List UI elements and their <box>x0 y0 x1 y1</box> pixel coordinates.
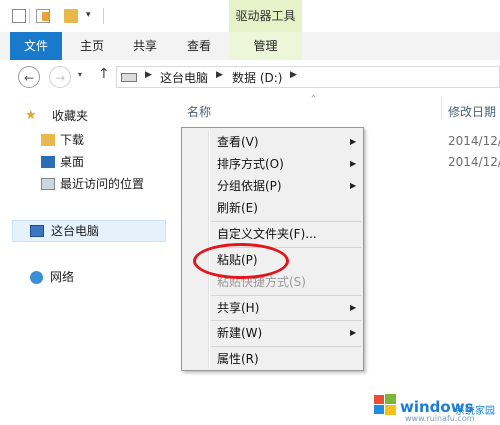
sidebar-item-label: 网络 <box>50 270 75 284</box>
submenu-arrow-icon: ▶ <box>350 303 357 312</box>
breadcrumb-this-pc[interactable]: 这台电脑 <box>160 69 208 86</box>
column-divider[interactable] <box>441 96 442 120</box>
menu-item-customize-folder[interactable]: 自定义文件夹(F)... <box>184 223 361 245</box>
sidebar-item-network[interactable]: 网络 <box>30 267 150 287</box>
menu-item-label: 排序方式(O) <box>217 157 284 171</box>
breadcrumb-data-drive[interactable]: 数据 (D:) <box>232 69 282 86</box>
tab-share[interactable]: 共享 <box>125 32 165 60</box>
sidebar-item-desktop[interactable]: 桌面 <box>40 152 160 172</box>
menu-item-label: 查看(V) <box>217 135 259 149</box>
windows-logo-icon <box>374 394 396 415</box>
drive-icon <box>121 73 137 82</box>
downloads-folder-icon <box>41 134 55 146</box>
column-header-date[interactable]: 修改日期 <box>448 103 496 120</box>
menu-separator <box>211 346 361 347</box>
new-folder-icon[interactable] <box>64 9 78 23</box>
tab-home[interactable]: 主页 <box>72 32 112 60</box>
highlight-circle-annotation <box>193 243 289 279</box>
menu-separator <box>211 320 361 321</box>
sidebar-item-label: 下载 <box>60 133 85 147</box>
drive-tools-contextual-tab: 驱动器工具 <box>229 0 302 32</box>
tab-view[interactable]: 查看 <box>179 32 219 60</box>
properties-icon[interactable] <box>36 9 50 23</box>
menu-separator <box>211 295 361 296</box>
sidebar-item-label: 这台电脑 <box>51 224 100 238</box>
menu-item-label: 分组依据(P) <box>217 179 282 193</box>
column-header-name[interactable]: 名称 <box>187 103 211 120</box>
recent-places-icon <box>41 178 55 190</box>
menu-item-label: 新建(W) <box>217 326 263 340</box>
network-icon <box>30 271 43 284</box>
qat-divider <box>29 8 30 24</box>
file-row-date[interactable]: 2014/12/ <box>448 155 500 169</box>
sidebar-item-label: 最近访问的位置 <box>60 177 145 191</box>
menu-separator <box>211 221 361 222</box>
tab-file[interactable]: 文件 <box>10 32 62 60</box>
sort-indicator-icon: ⌃ <box>310 94 317 103</box>
computer-icon <box>30 225 44 237</box>
sidebar-item-this-pc[interactable]: 这台电脑 <box>12 220 166 242</box>
breadcrumb-chevron-icon[interactable]: ▶ <box>145 70 152 80</box>
tab-manage[interactable]: 管理 <box>229 32 302 60</box>
navigation-pane: ★ 收藏夹 下载 桌面 最近访问的位置 这台电脑 网络 <box>0 94 170 425</box>
window-icon[interactable] <box>12 9 26 23</box>
watermark-url: www.ruinafu.com <box>405 414 475 423</box>
menu-item-label: 属性(R) <box>217 352 259 366</box>
qat-divider <box>103 8 104 24</box>
menu-item-label: 刷新(E) <box>217 201 258 215</box>
back-arrow-icon[interactable]: ← <box>18 66 40 88</box>
file-row-date[interactable]: 2014/12/ <box>448 134 500 148</box>
sidebar-item-label: 收藏夹 <box>52 109 89 123</box>
up-arrow-icon[interactable]: ↑ <box>98 66 110 82</box>
sidebar-item-recent[interactable]: 最近访问的位置 <box>40 174 165 194</box>
menu-item-group-by[interactable]: 分组依据(P) ▶ <box>184 175 361 197</box>
menu-item-label: 自定义文件夹(F)... <box>217 227 317 241</box>
title-bar: ▾ 驱动器工具 <box>0 0 500 32</box>
breadcrumb-chevron-icon[interactable]: ▶ <box>216 70 223 80</box>
submenu-arrow-icon: ▶ <box>350 159 357 168</box>
sidebar-item-favorites[interactable]: ★ 收藏夹 <box>25 106 160 126</box>
menu-item-sort-by[interactable]: 排序方式(O) ▶ <box>184 153 361 175</box>
sidebar-item-downloads[interactable]: 下载 <box>40 130 160 150</box>
menu-item-view[interactable]: 查看(V) ▶ <box>184 131 361 153</box>
menu-item-refresh[interactable]: 刷新(E) <box>184 197 361 219</box>
forward-arrow-icon[interactable]: → <box>49 66 71 88</box>
breadcrumb-chevron-icon[interactable]: ▶ <box>290 70 297 80</box>
star-icon: ★ <box>25 108 37 123</box>
menu-item-label: 共享(H) <box>217 301 260 315</box>
qat-dropdown-icon[interactable]: ▾ <box>86 10 91 20</box>
address-bar[interactable]: ▶ 这台电脑 ▶ 数据 (D:) ▶ <box>116 66 500 88</box>
submenu-arrow-icon: ▶ <box>350 328 357 337</box>
menu-item-new[interactable]: 新建(W) ▶ <box>184 322 361 344</box>
sidebar-item-label: 桌面 <box>60 155 85 169</box>
recent-locations-dropdown-icon[interactable]: ▾ <box>78 70 82 79</box>
submenu-arrow-icon: ▶ <box>350 137 357 146</box>
ribbon-tabs: 文件 主页 共享 查看 管理 <box>0 32 500 61</box>
desktop-icon <box>41 156 55 168</box>
menu-item-properties[interactable]: 属性(R) <box>184 348 361 370</box>
submenu-arrow-icon: ▶ <box>350 181 357 190</box>
menu-item-share-with[interactable]: 共享(H) ▶ <box>184 297 361 319</box>
